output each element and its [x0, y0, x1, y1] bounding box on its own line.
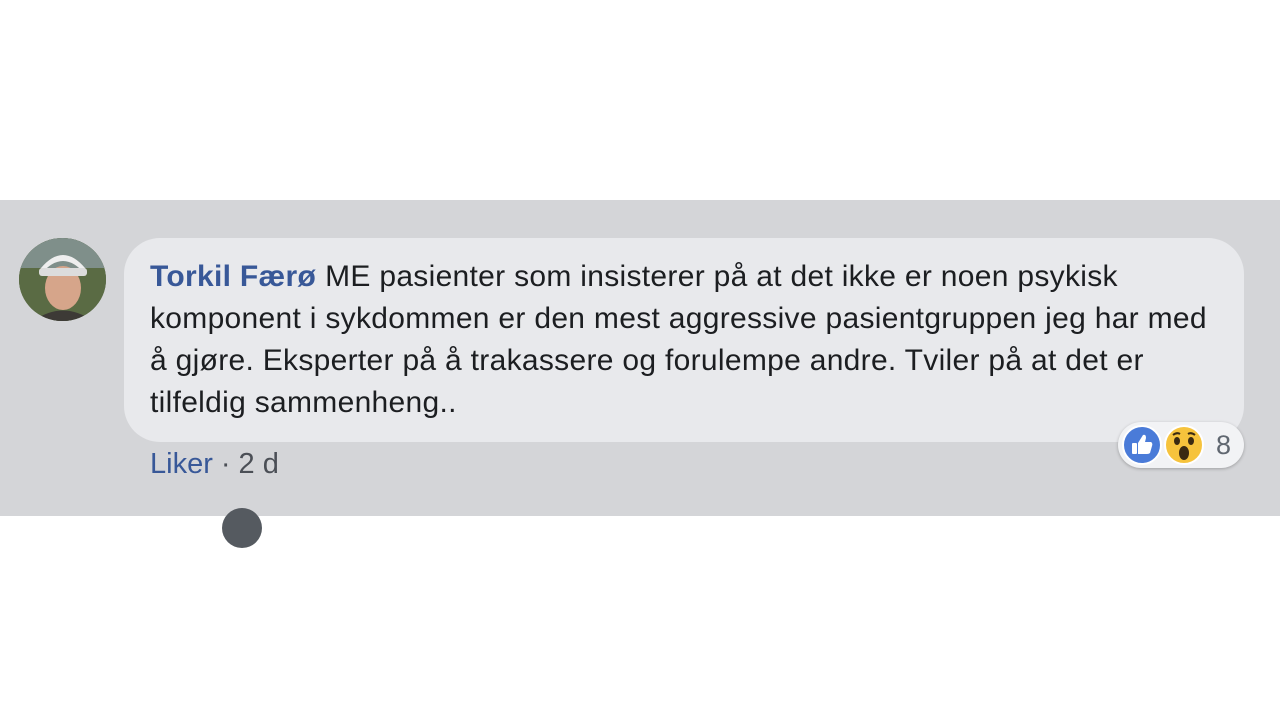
separator: ·	[220, 448, 231, 480]
avatar-photo	[19, 238, 106, 321]
reaction-count: 8	[1216, 430, 1232, 460]
author-name[interactable]: Torkil Færø	[150, 260, 316, 293]
reactions-summary[interactable]: 8	[1118, 422, 1244, 468]
author-avatar[interactable]	[19, 238, 106, 321]
comment-actions: Liker · 2 d	[150, 448, 279, 481]
like-link[interactable]: Liker	[150, 448, 213, 480]
next-comment-avatar[interactable]	[222, 508, 262, 548]
comment-bubble: Torkil Færø ME pasienter som insisterer p…	[124, 238, 1244, 442]
like-icon	[1122, 425, 1162, 465]
wow-icon	[1164, 425, 1204, 465]
comment-area: Torkil Færø ME pasienter som insisterer p…	[0, 200, 1280, 548]
comment-body: Torkil Færø ME pasienter som insisterer p…	[150, 256, 1210, 424]
timestamp[interactable]: 2 d	[239, 448, 279, 480]
